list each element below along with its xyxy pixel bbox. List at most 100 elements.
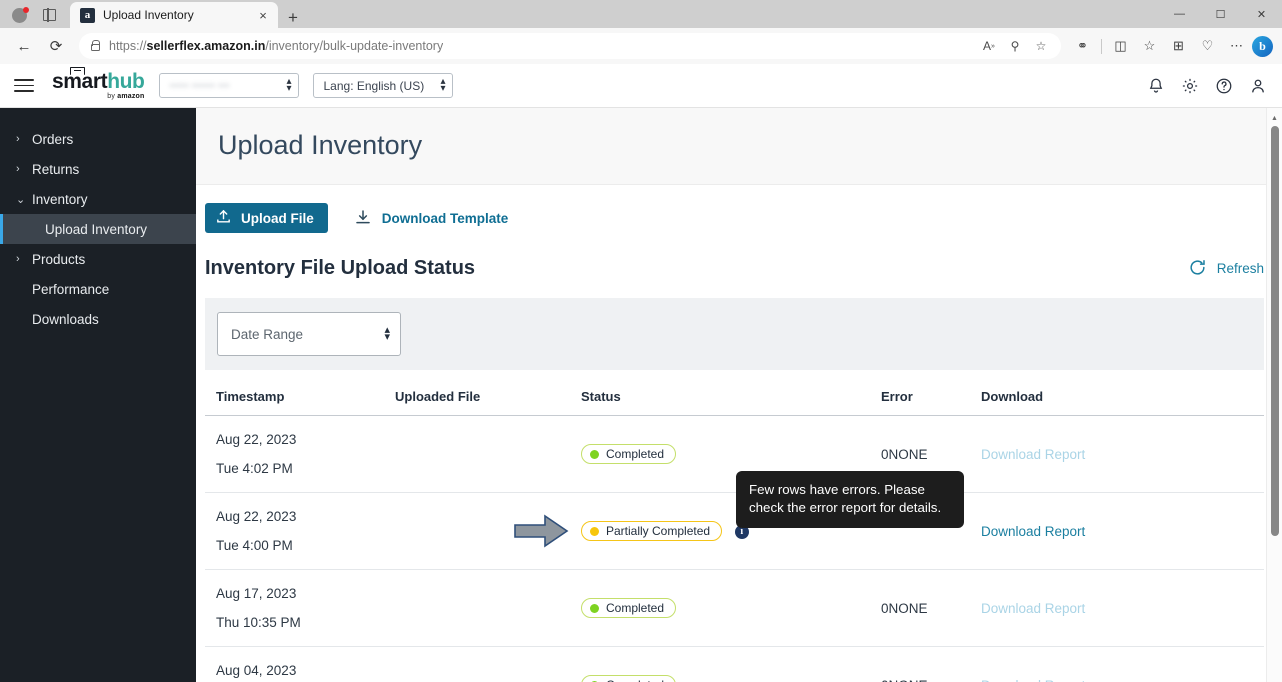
collections-icon[interactable]: ⊞ [1165,32,1192,60]
sidebar-item-label: Inventory [32,191,88,207]
download-template-label: Download Template [381,210,509,226]
sidebar-item-downloads[interactable]: Downloads [0,304,196,334]
table-row[interactable]: Aug 17, 2023 Thu 10:35 PM Completed 0NON… [205,569,1264,647]
settings-more-icon[interactable]: ⋯ [1223,32,1250,60]
reload-icon[interactable]: ⟳ [41,32,71,60]
settings-gear-icon[interactable] [1180,76,1200,96]
close-tab-icon[interactable]: × [255,9,271,22]
status-badge: Completed [581,675,677,682]
help-question-icon[interactable] [1214,76,1234,96]
timestamp-time: Thu 10:35 PM [216,615,301,630]
cell-timestamp: Aug 17, 2023 Thu 10:35 PM [205,569,395,647]
upload-file-button[interactable]: Upload File [205,203,328,233]
sidebar-item-returns[interactable]: › Returns [0,154,196,184]
sidebar-item-upload-inventory[interactable]: Upload Inventory [0,214,196,244]
language-select[interactable]: Lang: English (US) ▴ ▾ [312,73,453,98]
timestamp-time: Tue 4:02 PM [216,461,293,476]
annotation-arrow-icon [513,514,569,548]
status-label: Partially Completed [606,524,711,538]
scroll-down-icon[interactable]: ▼ [1267,677,1282,682]
sidebar-item-products[interactable]: › Products [0,244,196,274]
status-label: Completed [606,678,664,682]
cell-timestamp: Aug 04, 2023 Fri 7:58 PM [205,646,395,682]
logo-accent-text: hub [107,70,145,93]
shopping-icon[interactable]: ♡ [1194,32,1221,60]
date-range-value: Date Range [231,326,304,342]
add-favorite-icon[interactable]: ☆ [1136,32,1163,60]
column-header-error: Error [881,370,981,416]
sidebar-item-label: Performance [32,281,110,297]
download-template-button[interactable]: Download Template [354,208,509,229]
upload-status-table: Timestamp Uploaded File Status Error Dow… [205,370,1264,682]
chevron-down-icon: ⌄ [16,193,26,206]
refresh-icon [1188,258,1207,280]
window-controls: — ☐ ✕ [1159,0,1282,28]
sidebar-item-inventory[interactable]: ⌄ Inventory [0,184,196,214]
app-body: › Orders › Returns ⌄ Inventory Upload In… [0,108,1282,682]
chevron-updown-icon: ▴ ▾ [440,76,446,94]
sidebar-item-label: Products [32,251,86,267]
cell-timestamp: Aug 22, 2023 Tue 4:02 PM [205,415,395,493]
page-title-bar: Upload Inventory [196,108,1282,185]
page-scrollbar[interactable]: ▲ ▼ [1266,108,1282,682]
back-icon[interactable]: ← [9,32,39,60]
status-label: Completed [606,601,665,615]
favorite-star-icon[interactable]: ☆ [1029,35,1053,57]
status-dot-icon [590,526,599,536]
download-report-link[interactable]: Download Report [981,447,1085,462]
cell-uploaded-file [395,569,581,647]
timestamp-date: Aug 17, 2023 [216,586,297,601]
download-report-link[interactable]: Download Report [981,601,1085,616]
new-tab-button[interactable]: + [288,9,298,26]
status-dot-icon [590,449,599,459]
date-range-select[interactable]: Date Range ▴ ▾ [217,312,401,356]
column-header-uploaded-file: Uploaded File [395,370,581,416]
status-badge: Completed [581,598,677,618]
download-icon [354,208,372,229]
table-row[interactable]: Aug 04, 2023 Fri 7:58 PM Completed 0NONE… [205,646,1264,682]
split-screen-icon[interactable]: ◫ [1107,32,1134,60]
search-icon[interactable]: ⚲ [1003,35,1027,57]
table-row[interactable]: Aug 22, 2023 Tue 4:00 PM Partially Compl… [205,471,1264,570]
timestamp-date: Aug 22, 2023 [216,432,297,447]
scroll-up-icon[interactable]: ▲ [1267,110,1282,126]
scrollbar-thumb[interactable] [1271,126,1279,536]
address-bar[interactable]: https://sellerflex.amazon.in/inventory/b… [79,33,1061,59]
account-select[interactable]: ••••• •••••• ••• ▴ ▾ [158,73,299,98]
chevron-updown-icon: ▴ ▾ [384,324,390,343]
table-row[interactable]: Aug 22, 2023 Tue 4:02 PM Completed 0NONE… [205,415,1264,493]
cell-download: Download Report [981,415,1264,493]
sidebar-item-orders[interactable]: › Orders [0,124,196,154]
maximize-window-button[interactable]: ☐ [1200,0,1241,28]
user-account-icon[interactable] [1248,76,1268,96]
tab-actions-icon[interactable] [34,2,64,28]
download-report-link[interactable]: Download Report [981,524,1085,539]
profile-avatar-icon[interactable] [4,2,34,28]
amazon-favicon-icon: a [80,7,95,23]
hamburger-menu-icon[interactable] [12,75,36,96]
action-row: Upload File Download Template [196,185,1282,233]
cell-timestamp: Aug 22, 2023 Tue 4:00 PM [205,492,395,570]
copilot-icon[interactable]: b [1252,35,1273,57]
minimize-window-button[interactable]: — [1159,0,1200,28]
cell-status: Partially Completed i Few rows have erro… [514,471,964,570]
cell-uploaded-file [395,646,581,682]
chevron-right-icon: › [16,253,20,265]
chevron-right-icon: › [16,163,20,175]
browser-essentials-icon[interactable]: ⚭ [1069,32,1096,60]
close-window-button[interactable]: ✕ [1241,0,1282,28]
notification-bell-icon[interactable] [1146,76,1166,96]
read-aloud-icon[interactable]: A» [977,35,1001,57]
download-report-link[interactable]: Download Report [981,678,1085,682]
browser-tab[interactable]: a Upload Inventory × [70,2,278,28]
app-header: smarthub by amazon ••••• •••••• ••• ▴ ▾ L… [0,64,1282,108]
browser-toolbar: ← ⟳ https://sellerflex.amazon.in/invento… [0,28,1282,64]
refresh-button[interactable]: Refresh [1188,258,1264,280]
cell-error: 0NONE [881,569,981,647]
sidebar-item-performance[interactable]: Performance [0,274,196,304]
lock-icon [91,39,101,51]
app-header-actions [1146,76,1268,96]
table-body: Aug 22, 2023 Tue 4:02 PM Completed 0NONE… [205,415,1264,682]
omnibox-actions: A» ⚲ ☆ [977,35,1053,57]
sidebar-item-label: Returns [32,161,80,177]
